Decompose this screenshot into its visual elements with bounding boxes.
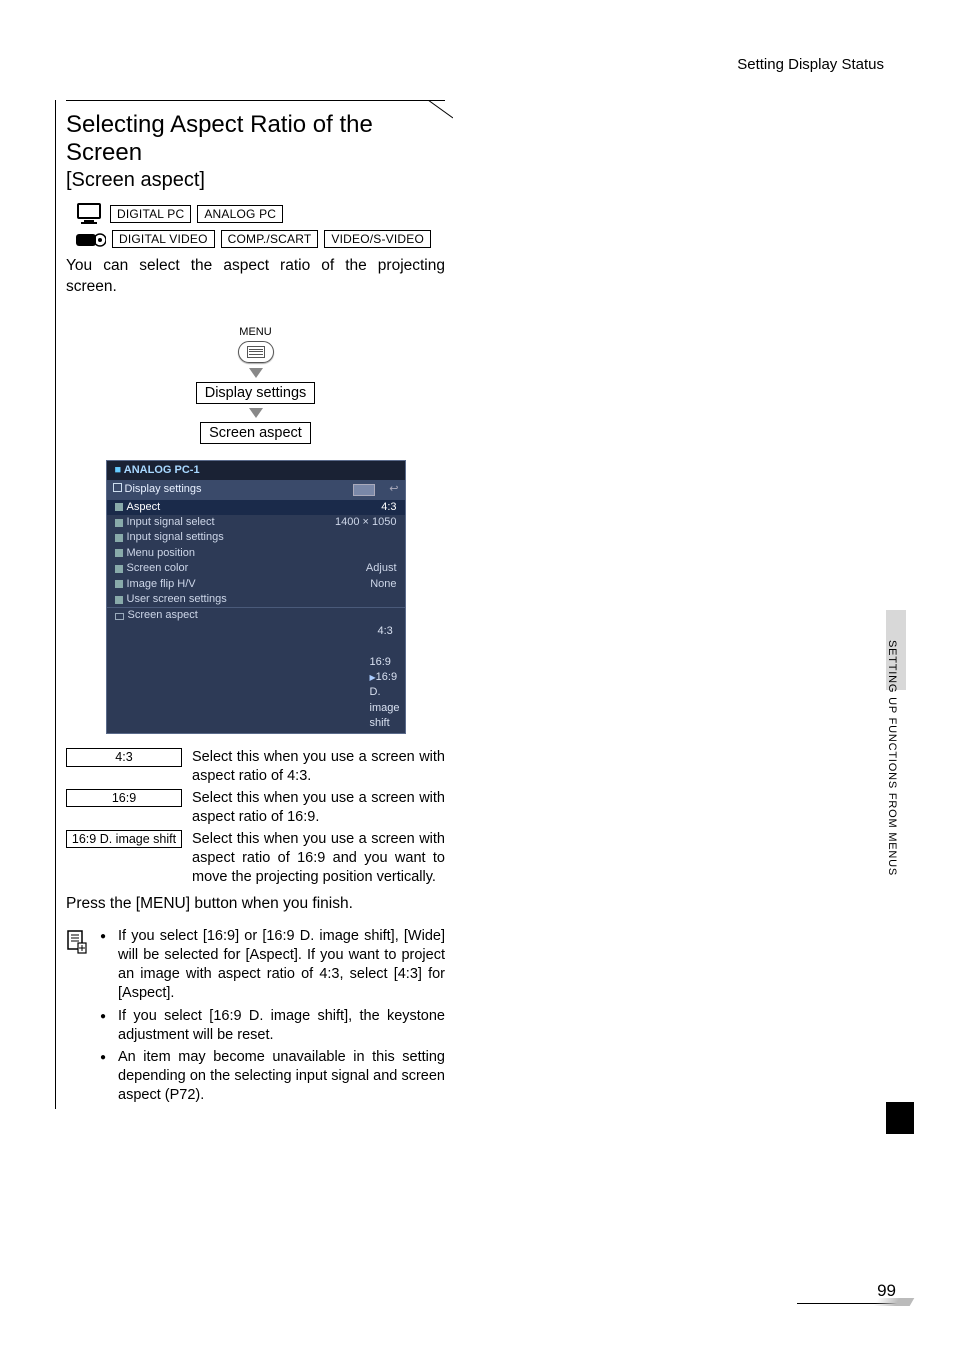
osd-row: Menu position: [107, 546, 405, 561]
osd-tab-icon: [353, 484, 375, 496]
option-desc: Select this when you use a screen with a…: [192, 830, 445, 887]
osd-return-icon: ↩: [389, 482, 398, 497]
osd-tab-row: Display settings ↩: [107, 480, 405, 499]
osd-row: Input signal select1400 × 1050: [107, 515, 405, 530]
note-block: If you select [16:9] or [16:9 D. image s…: [66, 927, 445, 1109]
option-row: 16:9 Select this when you use a screen wi…: [66, 789, 445, 827]
down-arrow-icon: [249, 408, 263, 418]
option-row: 16:9 D. image shift Select this when you …: [66, 830, 445, 887]
tag-video-svideo: VIDEO/S-VIDEO: [324, 230, 431, 248]
osd-body: Aspect4:3Input signal select1400 × 1050I…: [107, 500, 405, 608]
page-accent: [874, 1298, 915, 1306]
finish-text: Press the [MENU] button when you finish.: [66, 894, 445, 915]
option-tag: 16:9 D. image shift: [66, 830, 182, 848]
side-tab-text: SETTING UP FUNCTIONS FROM MENUS: [886, 640, 898, 876]
osd-option: 4:3: [115, 624, 397, 639]
section-subtitle: [Screen aspect]: [66, 169, 445, 198]
osd-row: Aspect4:3: [107, 500, 405, 515]
down-arrow-icon: [249, 368, 263, 378]
option-desc: Select this when you use a screen with a…: [192, 748, 445, 786]
osd-screenshot: ■ ANALOG PC-1 Display settings ↩ Aspect4…: [106, 460, 406, 735]
monitor-icon: [76, 202, 104, 226]
title-corner-decoration: [383, 100, 453, 140]
osd-option: ▶16:9 D. image shift: [115, 670, 397, 732]
menu-label: MENU: [239, 326, 271, 338]
tag-analog-pc: ANALOG PC: [197, 205, 283, 223]
osd-row: User screen settings: [107, 592, 405, 607]
note-icon: [66, 927, 88, 1109]
flow-step-2: Screen aspect: [200, 422, 311, 444]
tag-digital-pc: DIGITAL PC: [110, 205, 191, 223]
signal-row-video: DIGITAL VIDEO COMP./SCART VIDEO/S-VIDEO: [66, 230, 445, 248]
osd-source: ■ ANALOG PC-1: [107, 461, 405, 480]
main-column: Selecting Aspect Ratio of the Screen [Sc…: [55, 100, 455, 1109]
side-index-tab: [886, 1102, 914, 1134]
menu-button-icon: [238, 341, 274, 363]
option-desc: Select this when you use a screen with a…: [192, 789, 445, 827]
flow-step-1: Display settings: [196, 382, 316, 404]
osd-option: 16:9: [115, 639, 397, 670]
side-tab: SETTING UP FUNCTIONS FROM MENUS: [886, 640, 906, 900]
tag-digital-video: DIGITAL VIDEO: [112, 230, 215, 248]
option-tag: 4:3: [66, 748, 182, 766]
osd-row: Input signal settings: [107, 530, 405, 545]
osd-sub-options: 4:316:9▶16:9 D. image shift: [107, 624, 405, 734]
tag-comp-scart: COMP./SCART: [221, 230, 319, 248]
note-list: If you select [16:9] or [16:9 D. image s…: [100, 927, 445, 1109]
osd-row-screen-aspect: Screen aspect: [107, 608, 405, 623]
osd-row: Image flip H/VNone: [107, 577, 405, 592]
note-item: If you select [16:9 D. image shift], the…: [100, 1007, 445, 1045]
title-wrap: Selecting Aspect Ratio of the Screen: [66, 100, 445, 169]
breadcrumb: Setting Display Status: [737, 56, 884, 73]
option-row: 4:3 Select this when you use a screen wit…: [66, 748, 445, 786]
intro-text: You can select the aspect ratio of the p…: [66, 256, 445, 298]
option-tag: 16:9: [66, 789, 182, 807]
menu-flow: MENU Display settings Screen aspect: [66, 326, 445, 444]
osd-row: Screen colorAdjust: [107, 561, 405, 576]
camcorder-icon: [76, 230, 106, 248]
signal-row-pc: DIGITAL PC ANALOG PC: [66, 202, 445, 226]
option-definitions: 4:3 Select this when you use a screen wit…: [66, 748, 445, 886]
note-item: If you select [16:9] or [16:9 D. image s…: [100, 927, 445, 1002]
note-item: An item may become unavailable in this s…: [100, 1048, 445, 1105]
